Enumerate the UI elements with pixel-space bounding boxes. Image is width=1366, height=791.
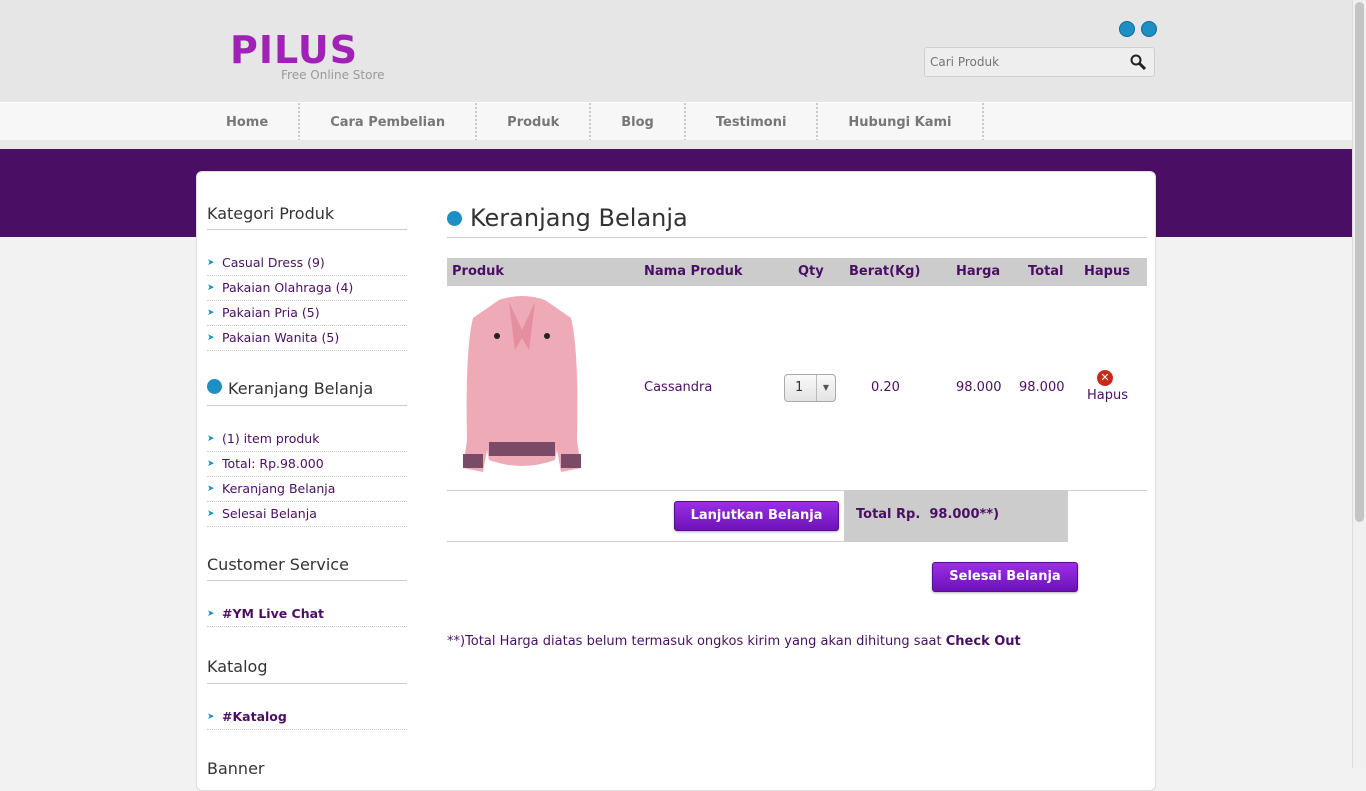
bullet-icon: ➤ (207, 258, 215, 268)
weight-value: 0.20 (871, 380, 900, 395)
col-hapus: Hapus (1084, 264, 1130, 279)
katalog-title: Katalog (207, 657, 268, 676)
price-value: 98.000 (956, 380, 1002, 395)
cart-icon[interactable] (1119, 21, 1135, 37)
nav-cara-pembelian[interactable]: Cara Pembelian (300, 103, 478, 141)
keranjang-title: Keranjang Belanja (228, 379, 374, 398)
bullet-icon: ➤ (207, 459, 215, 469)
cs-item[interactable]: ➤ #YM Live Chat (207, 602, 407, 627)
bullet-icon: ➤ (207, 283, 215, 293)
kategori-list: ➤ Casual Dress (9) ➤ Pakaian Olahraga (4) … (207, 251, 407, 351)
scrollbar-thumb[interactable] (1355, 2, 1364, 522)
search-input[interactable] (925, 48, 1125, 76)
kategori-item[interactable]: ➤ Pakaian Wanita (5) (207, 326, 407, 351)
bullet-icon: ➤ (207, 509, 215, 519)
nav-produk[interactable]: Produk (477, 103, 592, 141)
col-berat: Berat(Kg) (849, 264, 921, 279)
keranjang-item[interactable]: ➤ Keranjang Belanja (207, 477, 407, 502)
nav-hubungi-kami[interactable]: Hubungi Kami (818, 103, 984, 141)
col-total: Total (1028, 264, 1064, 279)
logo[interactable]: PILUS Free Online Store (230, 28, 385, 82)
checkout-emphasis: Check Out (945, 634, 1021, 649)
bullet-icon: ➤ (207, 308, 215, 318)
main-nav: Home Cara Pembelian Produk Blog Testimon… (0, 102, 1352, 141)
shipping-note: **)Total Harga diatas belum termasuk ong… (447, 634, 1021, 649)
total-box: Total Rp. 98.000**) (844, 490, 1068, 541)
key-icon[interactable] (1141, 21, 1157, 37)
logo-text: PILUS (230, 28, 359, 72)
page-title: Keranjang Belanja (470, 204, 688, 232)
qty-value: 1 (795, 380, 804, 395)
nav-testimoni[interactable]: Testimoni (686, 103, 819, 141)
cart-row: Cassandra 1 ▼ 0.20 98.000 98.000 ✕ Hapus (447, 286, 1147, 491)
kategori-item[interactable]: ➤ Casual Dress (9) (207, 251, 407, 276)
divider (207, 229, 407, 230)
keranjang-item[interactable]: ➤ Total: Rp.98.000 (207, 452, 407, 477)
bullet-icon: ➤ (207, 333, 215, 343)
delete-link[interactable]: Hapus (1087, 388, 1128, 403)
qty-select[interactable]: 1 ▼ (784, 374, 836, 402)
nav-divider (0, 140, 1352, 149)
divider (207, 580, 407, 581)
col-nama-produk: Nama Produk (644, 264, 743, 279)
continue-shopping-button[interactable]: Lanjutkan Belanja (674, 501, 839, 531)
col-produk: Produk (452, 264, 505, 279)
kategori-item[interactable]: ➤ Pakaian Olahraga (4) (207, 276, 407, 301)
cart-table-header: Produk Nama Produk Qty Berat(Kg) Harga T… (447, 258, 1147, 286)
divider (207, 405, 407, 406)
col-qty: Qty (798, 264, 824, 279)
finish-shopping-button[interactable]: Selesai Belanja (932, 562, 1078, 592)
scrollbar[interactable] (1352, 0, 1366, 768)
nav-blog[interactable]: Blog (591, 103, 686, 141)
divider (447, 541, 1068, 542)
divider (207, 683, 407, 684)
bullet-icon: ➤ (207, 712, 215, 722)
bullet-icon: ➤ (207, 609, 215, 619)
cart-icon (447, 211, 462, 226)
delete-icon[interactable]: ✕ (1097, 370, 1113, 386)
cs-list: ➤ #YM Live Chat (207, 602, 407, 627)
search-box (924, 47, 1155, 77)
bullet-icon: ➤ (207, 484, 215, 494)
cart-icon (207, 379, 222, 394)
content-panel: Kategori Produk ➤ Casual Dress (9) ➤ Pakai… (196, 171, 1156, 791)
bullet-icon: ➤ (207, 434, 215, 444)
cs-title: Customer Service (207, 555, 349, 574)
kategori-title: Kategori Produk (207, 204, 335, 223)
col-harga: Harga (956, 264, 1001, 279)
chevron-down-icon: ▼ (816, 375, 835, 401)
katalog-list: ➤ #Katalog (207, 705, 407, 730)
product-name[interactable]: Cassandra (644, 380, 712, 395)
site-header: PILUS Free Online Store (0, 0, 1352, 102)
product-image[interactable] (459, 290, 585, 478)
total-value: 98.000 (1019, 380, 1065, 395)
banner-title: Banner (207, 759, 265, 778)
keranjang-list: ➤ (1) item produk ➤ Total: Rp.98.000 ➤ Kera… (207, 427, 407, 527)
logo-tagline: Free Online Store (281, 68, 385, 82)
top-icons (1119, 21, 1157, 37)
keranjang-item[interactable]: ➤ (1) item produk (207, 427, 407, 452)
katalog-item[interactable]: ➤ #Katalog (207, 705, 407, 730)
cart-total: Total Rp. 98.000**) (856, 507, 1000, 522)
divider (447, 237, 1147, 238)
keranjang-item[interactable]: ➤ Selesai Belanja (207, 502, 407, 527)
kategori-item[interactable]: ➤ Pakaian Pria (5) (207, 301, 407, 326)
search-icon[interactable] (1130, 54, 1146, 70)
nav-home[interactable]: Home (196, 103, 301, 141)
